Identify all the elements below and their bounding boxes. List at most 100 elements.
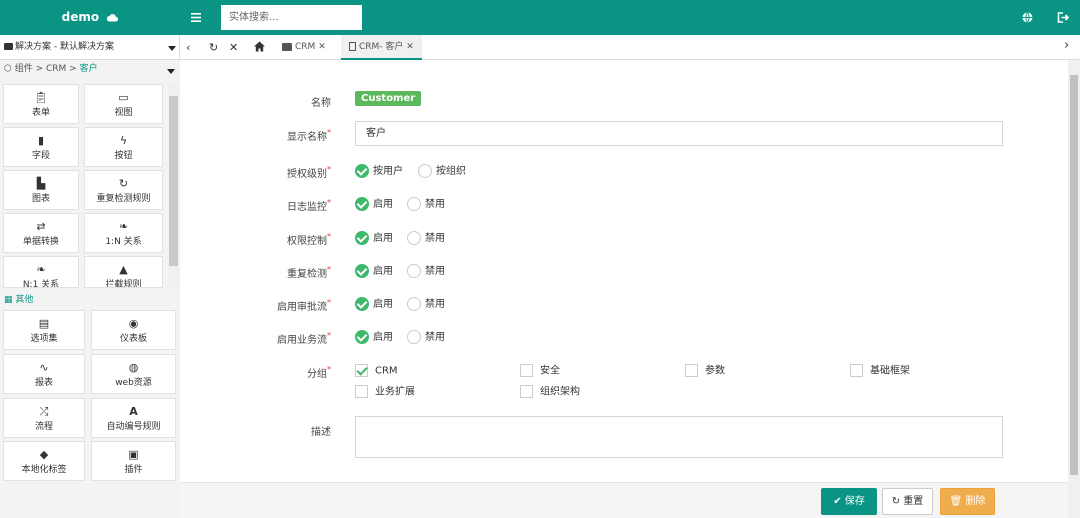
refresh-icon[interactable]: ↻ bbox=[209, 42, 218, 53]
radio-biz-disable[interactable]: 禁用 bbox=[407, 330, 445, 345]
radio-perm-disable[interactable]: 禁用 bbox=[407, 231, 445, 246]
menu-icon[interactable] bbox=[191, 12, 201, 23]
check-circle-icon bbox=[355, 197, 369, 211]
display-name-input[interactable]: 客户 bbox=[355, 121, 1003, 146]
other-localization[interactable]: ◆ 本地化标签 bbox=[3, 441, 85, 481]
chevron-down-icon[interactable] bbox=[168, 46, 176, 51]
form-footer bbox=[180, 482, 1068, 518]
folder-icon bbox=[282, 42, 292, 51]
chevron-down-icon[interactable] bbox=[167, 69, 175, 74]
pulse-icon: ∿ bbox=[39, 361, 49, 374]
close-icon[interactable]: ✕ bbox=[406, 42, 414, 52]
tab-crm[interactable]: CRM ✕ bbox=[282, 35, 326, 60]
trash-icon: 🗑︎ bbox=[949, 496, 963, 507]
other-plugin[interactable]: ▣ 插件 bbox=[91, 441, 176, 481]
component-duplicate-rule[interactable]: ↻ 重复检测规则 bbox=[84, 170, 163, 210]
business-flow-label: 启用业务流* bbox=[277, 331, 331, 346]
radio-circle-icon bbox=[407, 297, 421, 311]
component-1n-relation[interactable]: ❧ 1:N 关系 bbox=[84, 213, 163, 253]
radio-approval-disable[interactable]: 禁用 bbox=[407, 297, 445, 312]
save-button[interactable]: ✔ 保存 bbox=[821, 488, 877, 515]
tab-crm-customer[interactable]: CRM- 客户 ✕ bbox=[341, 35, 422, 60]
save-icon: ✔ bbox=[833, 496, 842, 507]
radio-circle-icon bbox=[407, 197, 421, 211]
component-label: N:1 关系 bbox=[22, 280, 60, 288]
checkbox-group-org[interactable]: 组织架构 bbox=[520, 385, 580, 399]
warning-icon: ▲ bbox=[119, 263, 128, 276]
perm-control-label: 权限控制* bbox=[287, 232, 331, 247]
component-intercept-rule[interactable]: ▲ 拦截规则 bbox=[84, 256, 163, 288]
component-button[interactable]: ϟ 按钮 bbox=[84, 127, 163, 167]
inbox-icon: ▣ bbox=[128, 448, 139, 461]
other-label: 插件 bbox=[124, 465, 143, 475]
breadcrumb: ⬡ 组件 > CRM > 客户 bbox=[4, 62, 98, 76]
checkbox-icon bbox=[520, 385, 533, 398]
radio-log-disable[interactable]: 禁用 bbox=[407, 197, 445, 212]
radio-perm-enable[interactable]: 启用 bbox=[355, 231, 393, 246]
sidebar-scrollbar[interactable] bbox=[168, 84, 179, 288]
component-doc-convert[interactable]: ⇄ 单据转换 bbox=[3, 213, 79, 253]
radio-approval-enable[interactable]: 启用 bbox=[355, 297, 393, 312]
radio-auth-org[interactable]: 按组织 bbox=[418, 164, 466, 179]
other-option-set[interactable]: ▤ 选项集 bbox=[3, 310, 85, 350]
description-textarea[interactable] bbox=[355, 416, 1003, 458]
radio-auth-user[interactable]: 按用户 bbox=[355, 164, 403, 179]
reset-button[interactable]: ↻ 重置 bbox=[882, 488, 933, 515]
brand[interactable]: demo bbox=[0, 0, 180, 35]
entity-search-input[interactable] bbox=[221, 5, 362, 30]
checkbox-group-security[interactable]: 安全 bbox=[520, 364, 560, 378]
description-label: 描述 bbox=[311, 427, 331, 438]
component-form[interactable]: 📋︎ 表单 bbox=[3, 84, 79, 124]
component-view[interactable]: ▭ 视图 bbox=[84, 84, 163, 124]
display-name-label: 显示名称* bbox=[287, 128, 331, 143]
radio-dup-disable[interactable]: 禁用 bbox=[407, 264, 445, 279]
checkbox-group-params[interactable]: 参数 bbox=[685, 364, 725, 378]
checkbox-group-framework[interactable]: 基础框架 bbox=[850, 364, 910, 378]
radio-log-enable[interactable]: 启用 bbox=[355, 197, 393, 212]
entity-name-badge: Customer bbox=[355, 91, 422, 106]
other-label: 流程 bbox=[34, 422, 53, 432]
home-icon[interactable] bbox=[254, 41, 265, 52]
cloud-icon bbox=[107, 14, 119, 22]
scrollbar-thumb[interactable] bbox=[169, 96, 178, 266]
component-label: 按钮 bbox=[114, 151, 133, 161]
solution-label: 解决方案 - 默认解决方案 bbox=[15, 42, 114, 52]
font-icon: A bbox=[129, 405, 138, 418]
check-circle-icon bbox=[355, 297, 369, 311]
radio-biz-enable[interactable]: 启用 bbox=[355, 330, 393, 345]
calendar-icon: ▤ bbox=[38, 317, 50, 330]
close-all-icon[interactable]: ✕ bbox=[229, 42, 238, 53]
other-dashboard[interactable]: ◉ 仪表板 bbox=[91, 310, 176, 350]
close-icon[interactable]: ✕ bbox=[318, 42, 326, 52]
chevron-right-icon[interactable]: › bbox=[1064, 39, 1069, 52]
window-icon: ▭ bbox=[118, 91, 129, 104]
logout-icon[interactable] bbox=[1057, 12, 1069, 23]
top-bar: demo bbox=[0, 0, 1080, 35]
chevron-left-icon[interactable]: ‹ bbox=[186, 42, 190, 53]
other-auto-number[interactable]: A 自动编号规则 bbox=[91, 398, 176, 438]
other-report[interactable]: ∿ 报表 bbox=[3, 354, 85, 394]
radio-dup-enable[interactable]: 启用 bbox=[355, 264, 393, 279]
refresh-icon: ↻ bbox=[891, 496, 901, 507]
component-field[interactable]: ▮ 字段 bbox=[3, 127, 79, 167]
other-label: 报表 bbox=[34, 378, 53, 388]
check-circle-icon bbox=[355, 164, 369, 178]
scrollbar-thumb[interactable] bbox=[1070, 75, 1078, 475]
component-chart[interactable]: ▙ 图表 bbox=[3, 170, 79, 210]
other-workflow[interactable]: ⤮ 流程 bbox=[3, 398, 85, 438]
other-web-resource[interactable]: ◍ web资源 bbox=[91, 354, 176, 394]
radio-circle-icon bbox=[407, 264, 421, 278]
check-circle-icon bbox=[355, 330, 369, 344]
solution-selector[interactable]: 解决方案 - 默认解决方案 bbox=[0, 35, 180, 60]
refresh-icon: ↻ bbox=[118, 177, 129, 190]
check-circle-icon bbox=[355, 231, 369, 245]
check-circle-icon bbox=[355, 264, 369, 278]
component-n1-relation[interactable]: ❧ N:1 关系 bbox=[3, 256, 79, 288]
breadcrumb-path[interactable]: 组件 > CRM > bbox=[15, 64, 80, 74]
checkbox-group-crm[interactable]: CRM bbox=[355, 364, 398, 378]
checkbox-group-biz-ext[interactable]: 业务扩展 bbox=[355, 385, 415, 399]
main-scrollbar[interactable] bbox=[1068, 60, 1080, 518]
delete-button[interactable]: 🗑︎ 删除 bbox=[940, 488, 995, 515]
globe-icon[interactable] bbox=[1022, 12, 1033, 23]
exchange-icon: ⇄ bbox=[36, 220, 46, 233]
